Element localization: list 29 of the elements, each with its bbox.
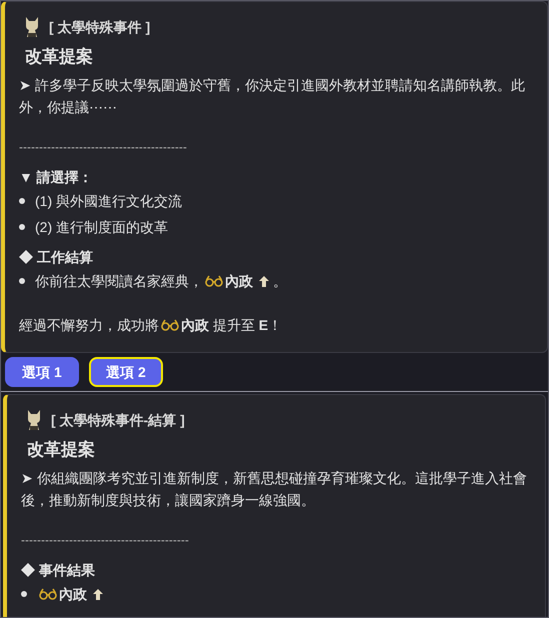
event-description: ➤ 你組織團隊考究並引進新制度，新舊思想碰撞孕育璀璨文化。這批學子進入社會後，推動新制度與技術，讓國家躋身一線強國。: [21, 469, 528, 510]
section-heading: ◆ 工作結算: [19, 248, 94, 267]
result-text: 內政: [37, 583, 103, 605]
cat-figure-icon: [25, 17, 39, 37]
option-text: (2) 進行制度面的改革: [35, 218, 168, 237]
glasses-icon: [161, 319, 179, 331]
cat-figure-icon: [27, 410, 41, 430]
bullet-icon: [19, 224, 25, 230]
choice-button[interactable]: 選項 2: [89, 357, 163, 387]
bullet-icon: [21, 591, 27, 597]
glasses-icon: [205, 275, 223, 287]
up-arrow-icon: [259, 276, 269, 287]
choice-button[interactable]: 選項 1: [5, 357, 79, 387]
bullet-icon: [19, 198, 25, 204]
result-text: 你前往太學閱讀名家經典， 內政 。: [35, 272, 287, 291]
glasses-icon: [39, 588, 57, 600]
up-arrow-icon: [93, 589, 103, 600]
event-title: 改革提案: [25, 46, 94, 68]
event-title: 改革提案: [27, 439, 96, 461]
summary-text: 經過不懈努力，成功將 內政 提升至 E！: [19, 316, 284, 335]
section-heading: ▼ 請選擇：: [19, 168, 94, 187]
event-header: [ 太學特殊事件 ]: [49, 18, 150, 37]
bullet-icon: [19, 278, 25, 284]
section-heading: ◆ 事件結果: [21, 561, 96, 580]
option-text: (1) 與外國進行文化交流: [35, 192, 182, 211]
dashed-divider: ------------------------------------------: [21, 532, 190, 549]
event-header: [ 太學特殊事件-結算 ]: [51, 411, 185, 430]
event-description: ➤ 許多學子反映太學氛圍過於守舊，你決定引進國外教材並聘請知名講師執教。此外，你提議⋯⋯: [19, 76, 526, 117]
dashed-divider: ------------------------------------------: [19, 139, 188, 156]
